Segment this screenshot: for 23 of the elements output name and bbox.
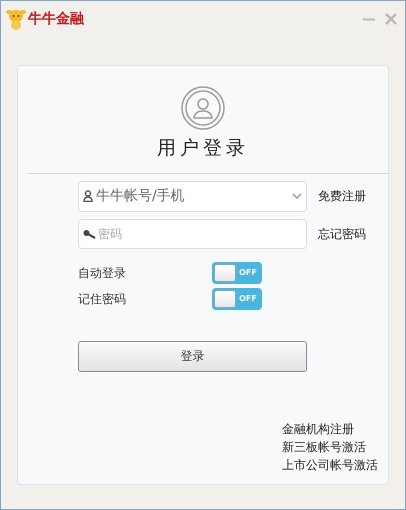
login-heading: 用户登录: [157, 136, 249, 161]
footer-link[interactable]: 新三板帐号激活: [282, 438, 366, 456]
toggle-state-label: OFF: [238, 266, 258, 278]
footer-link[interactable]: 金融机构注册: [282, 420, 354, 438]
window-title: 牛牛金融: [28, 10, 84, 28]
register-link[interactable]: 免费注册: [318, 187, 366, 205]
chevron-down-icon: [292, 192, 302, 200]
option-label: 自动登录: [78, 264, 127, 282]
forgot-password-link[interactable]: 忘记密码: [318, 224, 366, 242]
option-label: 记住密码: [78, 290, 127, 308]
user-avatar-icon: [181, 86, 225, 130]
minimize-icon: [363, 18, 375, 20]
footer-link[interactable]: 上市公司帐号激活: [282, 456, 378, 474]
password-input[interactable]: 密码: [98, 224, 302, 242]
calf-mascot-icon: [6, 8, 26, 30]
login-button[interactable]: 登录: [78, 340, 307, 372]
key-icon: [83, 228, 96, 238]
password-field[interactable]: 密码: [78, 218, 307, 248]
account-input[interactable]: 牛牛帐号/手机: [96, 186, 292, 206]
toggle-state-label: OFF: [238, 292, 258, 304]
account-combo-field[interactable]: 牛牛帐号/手机: [78, 180, 307, 212]
close-icon: [385, 13, 397, 25]
person-icon: [83, 190, 93, 202]
